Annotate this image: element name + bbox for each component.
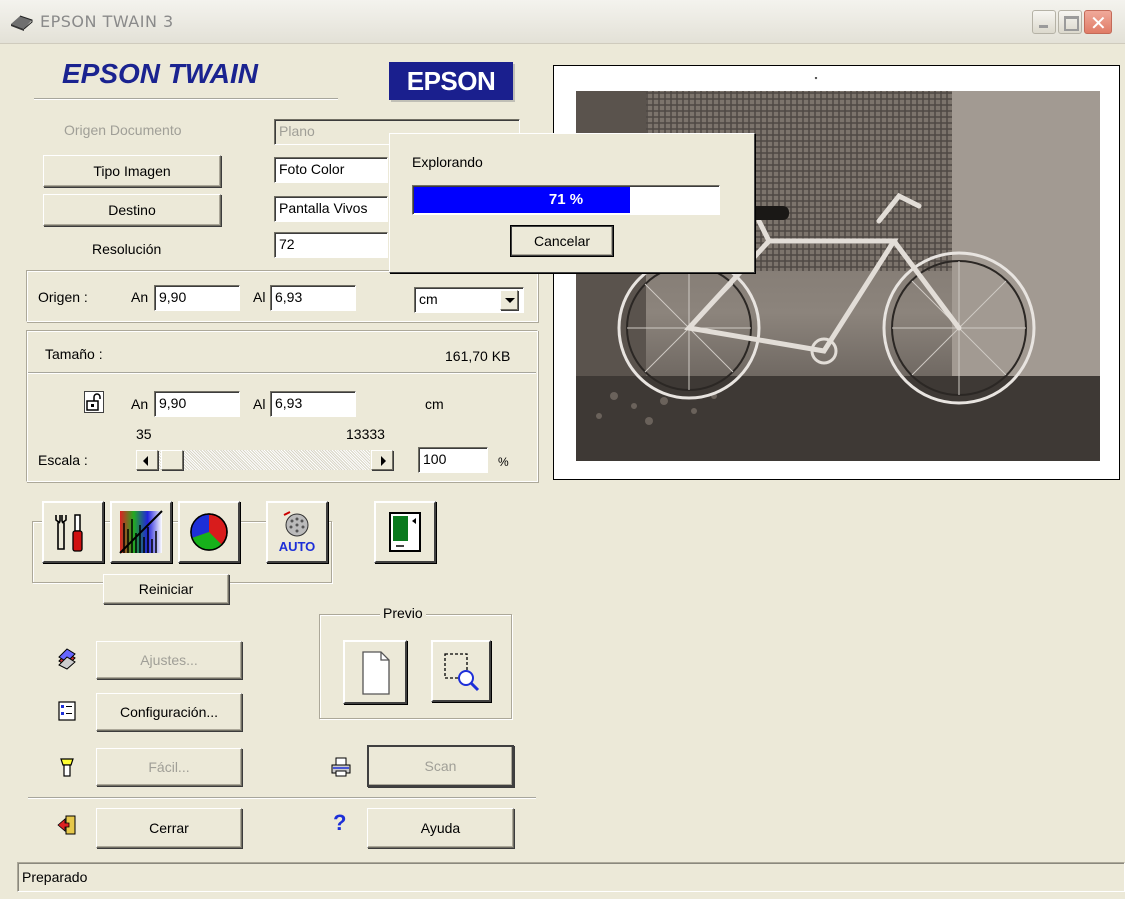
reset-button[interactable]: Reiniciar: [103, 574, 229, 604]
color-wheel-icon: [190, 513, 228, 551]
document-source-label: Origen Documento: [64, 122, 182, 138]
epson-twain-window: EPSON TWAIN 3 ✕ EPSON TWAIN EPSON Origen…: [0, 0, 1125, 899]
close-icon: ✕: [1090, 13, 1107, 35]
origin-height-input[interactable]: 6,93: [270, 285, 356, 311]
thumbnail-preview-button[interactable]: [431, 640, 491, 702]
histogram-icon: [119, 510, 163, 554]
size-unit: cm: [425, 396, 444, 412]
cancel-scan-button[interactable]: Cancelar: [510, 225, 614, 257]
scan-printer-icon: [331, 757, 351, 777]
scale-label: Escala :: [38, 452, 88, 468]
scale-track[interactable]: [159, 450, 370, 470]
auto-label: AUTO: [279, 539, 316, 554]
size-label: Tamaño :: [45, 346, 103, 362]
scale-max: 13333: [346, 426, 385, 442]
help-question-icon: ?: [333, 810, 347, 835]
image-type-select[interactable]: Foto Color: [274, 157, 388, 183]
origin-label: Origen :: [38, 289, 88, 305]
title-bar[interactable]: EPSON TWAIN 3 ✕: [0, 0, 1125, 44]
scan-progress-percent: 71 %: [548, 191, 584, 208]
configuration-list-icon: [58, 701, 76, 721]
page-icon: [362, 651, 390, 695]
exit-door-icon: [57, 815, 76, 835]
size-divider: [28, 372, 536, 374]
scanning-progress-dialog: Explorando 71 % Cancelar: [389, 133, 755, 273]
preview-group-label: Previo: [380, 605, 426, 621]
image-type-value: Foto Color: [279, 161, 345, 177]
help-button[interactable]: Ayuda: [367, 808, 514, 848]
destination-select[interactable]: Pantalla Vivos: [274, 196, 388, 222]
resolution-value: 72: [279, 236, 295, 252]
settings-stack-icon: [58, 648, 76, 670]
size-height-label: Al: [253, 396, 266, 412]
window-title: EPSON TWAIN 3: [40, 12, 174, 31]
destination-value: Pantalla Vivos: [279, 200, 368, 216]
size-height-input[interactable]: 6,93: [270, 391, 356, 417]
size-width-value: 9,90: [159, 395, 187, 411]
scanner-app-icon: [11, 15, 33, 31]
resolution-select[interactable]: 72: [274, 232, 388, 258]
image-type-button[interactable]: Tipo Imagen: [43, 155, 221, 187]
origin-height-label: Al: [253, 289, 266, 305]
size-width-input[interactable]: 9,90: [154, 391, 240, 417]
tools-icon: [55, 514, 83, 552]
app-logo: EPSON TWAIN: [62, 58, 259, 89]
document-source-value: Plano: [279, 123, 315, 139]
color-adjust-button[interactable]: [178, 501, 240, 563]
padlock-open-icon: [86, 393, 101, 411]
lock-aspect-button[interactable]: [84, 391, 104, 413]
scale-value: 100: [423, 451, 447, 467]
origin-width-label: An: [131, 289, 149, 305]
scale-left-arrow-icon[interactable]: [136, 450, 158, 470]
scale-min: 35: [136, 426, 152, 442]
unit-dropdown-arrow-icon[interactable]: [500, 290, 518, 310]
actions-divider: [28, 797, 536, 799]
histogram-button[interactable]: [110, 501, 172, 563]
status-text: Preparado: [22, 869, 88, 885]
normal-preview-button[interactable]: [343, 640, 407, 704]
size-width-label: An: [131, 396, 149, 412]
unit-select-value: cm: [419, 291, 438, 307]
monitor-icon: [389, 512, 421, 552]
auto-exposure-button[interactable]: AUTO: [266, 501, 328, 563]
adjustments-button[interactable]: Ajustes...: [96, 641, 242, 679]
easy-mode-icon: [60, 758, 74, 777]
resolution-label: Resolución: [92, 241, 162, 257]
origin-width-input[interactable]: 9,90: [154, 285, 240, 311]
minimize-button[interactable]: [1032, 10, 1056, 34]
destination-button[interactable]: Destino: [43, 194, 221, 226]
scan-progress-bar: 71 %: [412, 185, 720, 215]
auto-exposure-icon: AUTO: [279, 511, 316, 554]
scale-input[interactable]: 100: [418, 447, 488, 473]
scale-thumb[interactable]: [161, 450, 183, 470]
origin-height-value: 6,93: [275, 289, 303, 305]
close-window-button[interactable]: ✕: [1084, 10, 1112, 35]
epson-brand-logo: EPSON: [389, 62, 513, 100]
scale-percent-unit: %: [498, 455, 509, 469]
easy-mode-button[interactable]: Fácil...: [96, 748, 242, 786]
maximize-button[interactable]: [1058, 10, 1082, 34]
scan-button[interactable]: Scan: [367, 745, 514, 787]
logo-divider: [34, 98, 338, 100]
size-height-value: 6,93: [275, 395, 303, 411]
configuration-button[interactable]: Configuración...: [96, 693, 242, 731]
progress-dialog-title: Explorando: [412, 154, 483, 170]
scale-right-arrow-icon[interactable]: [371, 450, 393, 470]
target-option-button[interactable]: [374, 501, 436, 563]
settings-tools-button[interactable]: [42, 501, 104, 563]
status-bar: Preparado: [17, 862, 1125, 892]
close-button[interactable]: Cerrar: [96, 808, 242, 848]
origin-width-value: 9,90: [159, 289, 187, 305]
zoom-selection-icon: [444, 653, 480, 692]
file-size-value: 161,70 KB: [445, 348, 511, 364]
